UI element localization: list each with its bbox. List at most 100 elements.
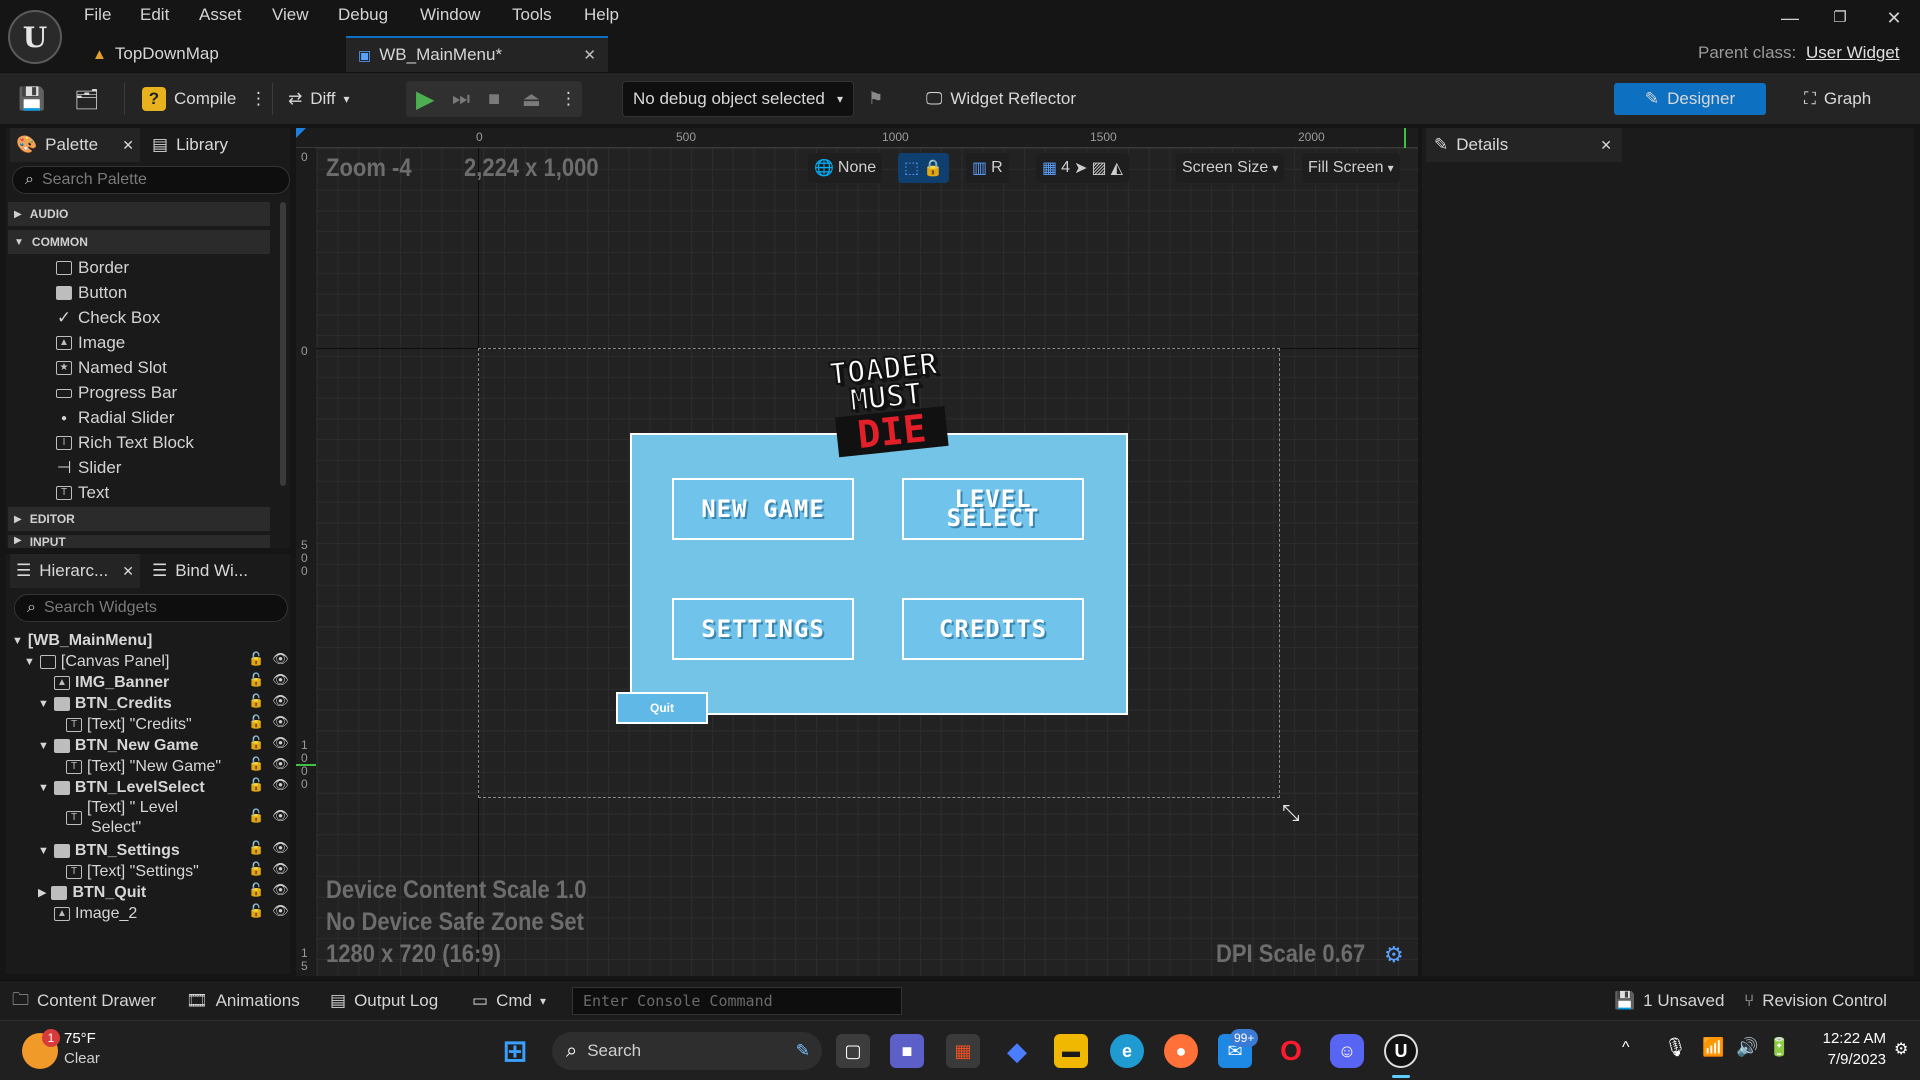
compile-button[interactable]: ? Compile bbox=[142, 81, 236, 117]
animations-button[interactable]: 🎞 Animations bbox=[186, 989, 300, 1013]
category-audio[interactable]: ▶ AUDIO bbox=[8, 202, 270, 226]
tree-item-btn-levelselect[interactable]: ▼ BTN_LevelSelect bbox=[38, 777, 205, 798]
palette-item-check-box[interactable]: ✓ Check Box bbox=[56, 306, 160, 330]
tray-chevron-up-icon[interactable]: ^ bbox=[1622, 1039, 1630, 1057]
palette-scrollbar[interactable] bbox=[280, 202, 286, 486]
unreal-logo-icon[interactable]: U bbox=[8, 10, 62, 64]
close-icon[interactable]: ✕ bbox=[122, 137, 134, 154]
eye-icon[interactable]: 👁 bbox=[272, 735, 289, 751]
lock-icon[interactable]: 🔓 bbox=[248, 861, 264, 877]
search-widgets-input[interactable]: ⌕ Search Widgets bbox=[14, 594, 288, 622]
menu-view[interactable]: View bbox=[272, 5, 309, 25]
localization-button[interactable]: 🌐 None bbox=[808, 153, 883, 183]
tree-item-btn-settings[interactable]: ▼ BTN_Settings bbox=[38, 840, 180, 861]
lock-icon[interactable]: 🔓 bbox=[248, 903, 264, 919]
palette-item-border[interactable]: Border bbox=[56, 256, 129, 280]
edge-icon[interactable]: e bbox=[1110, 1034, 1144, 1068]
quit-button[interactable]: Quit bbox=[616, 692, 708, 724]
resize-handle-icon[interactable]: ⤡ bbox=[1282, 800, 1300, 826]
close-window-button[interactable]: ✕ bbox=[1874, 8, 1914, 34]
lock-icon[interactable]: 🔓 bbox=[248, 882, 264, 898]
category-common[interactable]: ▼ COMMON bbox=[8, 230, 270, 254]
unsaved-button[interactable]: 💾 1 Unsaved bbox=[1614, 989, 1724, 1013]
eye-icon[interactable]: 👁 bbox=[272, 882, 289, 898]
eye-icon[interactable]: 👁 bbox=[272, 756, 289, 772]
menu-file[interactable]: File bbox=[84, 5, 111, 25]
battery-icon[interactable]: 🔋 bbox=[1768, 1037, 1790, 1058]
palette-item-named-slot[interactable]: ★ Named Slot bbox=[56, 356, 167, 380]
play-icon[interactable]: ▶ bbox=[416, 81, 434, 117]
eye-icon[interactable]: 👁 bbox=[272, 808, 289, 824]
screen-size-select[interactable]: Screen Size ▾ bbox=[1176, 153, 1285, 183]
console-command-input[interactable]: Enter Console Command bbox=[572, 987, 902, 1015]
parent-class-link[interactable]: User Widget bbox=[1806, 43, 1900, 63]
tab-library[interactable]: ▤ Library bbox=[152, 128, 228, 162]
dpi-settings-gear-icon[interactable]: ⚙ bbox=[1384, 942, 1404, 968]
play-options-icon[interactable]: ⋮ bbox=[560, 81, 577, 117]
lock-icon[interactable]: 🔓 bbox=[248, 756, 264, 772]
search-palette-input[interactable]: ⌕ Search Palette bbox=[12, 166, 290, 194]
tree-item-text-new-game[interactable]: T [Text] "New Game" bbox=[66, 756, 221, 777]
eye-icon[interactable]: 👁 bbox=[272, 903, 289, 919]
settings-button[interactable]: SETTINGS bbox=[672, 598, 854, 660]
tab-wb-mainmenu[interactable]: ▣ WB_MainMenu* ✕ bbox=[346, 36, 608, 72]
lock-icon[interactable]: 🔓 bbox=[248, 714, 264, 730]
output-log-button[interactable]: ▤ Output Log bbox=[330, 989, 438, 1013]
save-icon[interactable]: 💾 bbox=[18, 81, 45, 117]
designer-button[interactable]: ✎ Designer bbox=[1614, 83, 1766, 115]
content-drawer-button[interactable]: 🗀 Content Drawer bbox=[12, 989, 156, 1013]
eye-icon[interactable]: 👁 bbox=[272, 693, 289, 709]
widget-reflector-button[interactable]: 🖵 Widget Reflector bbox=[926, 81, 1076, 117]
microsoft-store-icon[interactable]: ▦ bbox=[946, 1034, 980, 1068]
lock-icon[interactable]: 🔓 bbox=[248, 693, 264, 709]
graph-button[interactable]: ⛶ Graph bbox=[1804, 81, 1871, 117]
tab-hierarchy[interactable]: ☰ Hierarc... ✕ bbox=[10, 554, 140, 588]
diff-button[interactable]: ⇄ Diff ▾ bbox=[288, 81, 349, 117]
designer-viewport[interactable]: 0 0 5 0 0 1 0 0 0 1 5 Zoom -4 2,224 x 1,… bbox=[296, 148, 1418, 976]
lock-icon[interactable]: 🔓 bbox=[248, 651, 264, 667]
firefox-icon[interactable]: ● bbox=[1164, 1034, 1198, 1068]
palette-item-progress-bar[interactable]: Progress Bar bbox=[56, 381, 177, 405]
teams-icon[interactable]: ■ bbox=[890, 1034, 924, 1068]
eye-icon[interactable]: 👁 bbox=[272, 861, 289, 877]
tab-palette[interactable]: 🎨 Palette ✕ bbox=[10, 128, 140, 162]
file-explorer-icon[interactable]: ▬ bbox=[1054, 1034, 1088, 1068]
copilot-icon[interactable]: ◆ bbox=[1000, 1034, 1034, 1068]
palette-item-radial-slider[interactable]: ● Radial Slider bbox=[56, 406, 174, 430]
menu-window[interactable]: Window bbox=[420, 5, 480, 25]
close-icon[interactable]: ✕ bbox=[1600, 137, 1612, 154]
eye-icon[interactable]: 👁 bbox=[272, 714, 289, 730]
volume-icon[interactable]: 🔊 bbox=[1736, 1037, 1758, 1058]
safe-zone-toggle[interactable]: ⬚ 🔒 bbox=[898, 153, 950, 183]
close-icon[interactable]: ✕ bbox=[122, 563, 134, 580]
eye-icon[interactable]: 👁 bbox=[272, 651, 289, 667]
lock-icon[interactable]: 🔓 bbox=[248, 777, 264, 793]
eye-icon[interactable]: 👁 bbox=[272, 672, 289, 688]
microphone-icon[interactable]: 🎙 bbox=[1664, 1037, 1687, 1058]
taskbar-search[interactable]: ⌕ Search ✎ bbox=[552, 1032, 822, 1070]
restore-button[interactable]: ❐ bbox=[1820, 8, 1860, 34]
new-game-button[interactable]: NEW GAME bbox=[672, 478, 854, 540]
palette-item-slider[interactable]: ⊣ Slider bbox=[56, 456, 122, 480]
clock-time[interactable]: 12:22 AM bbox=[1802, 1030, 1886, 1047]
discord-icon[interactable]: ☺ bbox=[1330, 1034, 1364, 1068]
menu-edit[interactable]: Edit bbox=[140, 5, 169, 25]
debug-browse-icon[interactable]: ⚑ bbox=[868, 81, 883, 117]
close-icon[interactable]: ✕ bbox=[583, 46, 596, 64]
eye-icon[interactable]: 👁 bbox=[272, 840, 289, 856]
eye-icon[interactable]: 👁 bbox=[272, 777, 289, 793]
menu-asset[interactable]: Asset bbox=[199, 5, 242, 25]
palette-item-button[interactable]: Button bbox=[56, 281, 127, 305]
lock-icon[interactable]: 🔓 bbox=[248, 840, 264, 856]
tree-item-img-banner[interactable]: ▲ IMG_Banner bbox=[54, 672, 169, 693]
menu-help[interactable]: Help bbox=[584, 5, 619, 25]
tree-item-text-credits[interactable]: T [Text] "Credits" bbox=[66, 714, 192, 735]
lock-icon[interactable]: 🔓 bbox=[248, 808, 264, 824]
tab-topdownmap[interactable]: ▲ TopDownMap bbox=[80, 36, 342, 72]
menu-tools[interactable]: Tools bbox=[512, 5, 552, 25]
palette-item-text[interactable]: T Text bbox=[56, 481, 109, 505]
windows-start-icon[interactable]: ⊞ bbox=[498, 1034, 532, 1068]
level-select-button[interactable]: LEVEL SELECT bbox=[902, 478, 1084, 540]
unreal-engine-taskbar-icon[interactable]: U bbox=[1384, 1034, 1418, 1068]
category-input[interactable]: ▶ INPUT bbox=[8, 535, 270, 548]
